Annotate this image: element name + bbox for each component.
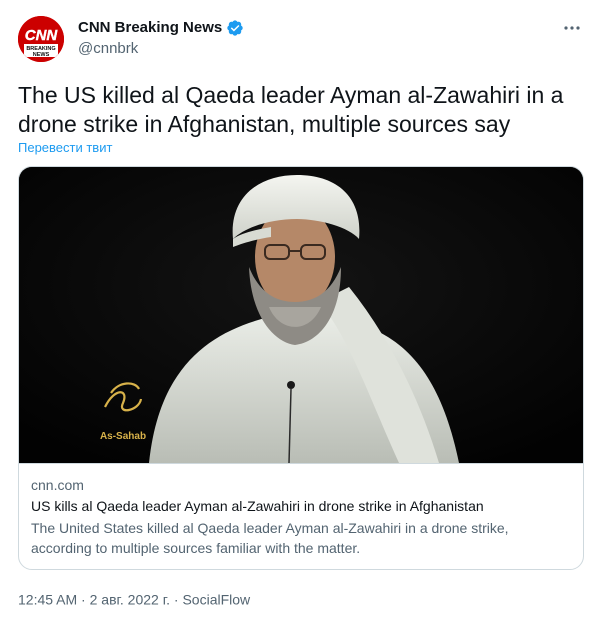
tweet-text: The US killed al Qaeda leader Ayman al-Z… xyxy=(18,82,564,137)
link-card[interactable]: As-Sahab cnn.com US kills al Qaeda leade… xyxy=(18,166,584,570)
card-description: The United States killed al Qaeda leader… xyxy=(31,520,509,556)
verified-badge-icon xyxy=(226,19,244,37)
cnn-logo-icon: CNN BREAKING NEWS xyxy=(18,16,64,62)
separator: · xyxy=(81,591,86,608)
card-domain: cnn.com xyxy=(31,477,84,493)
card-info: cnn.com US kills al Qaeda leader Ayman a… xyxy=(19,464,583,558)
separator: · xyxy=(173,591,179,608)
translate-tweet-link[interactable]: Перевести твит xyxy=(18,140,112,155)
svg-text:CNN: CNN xyxy=(25,27,59,44)
card-title: US kills al Qaeda leader Ayman al-Zawahi… xyxy=(31,498,484,514)
author-block: CNN Breaking News @cnnbrk xyxy=(78,18,244,59)
tweet-source[interactable]: SocialFlow xyxy=(182,591,250,607)
name-row: CNN Breaking News xyxy=(78,18,244,38)
tweet-metadata: 12:45 AM · 2 авг. 2022 г. · SocialFlow xyxy=(18,590,250,607)
more-options-icon[interactable] xyxy=(562,18,582,38)
handle[interactable]: @cnnbrk xyxy=(78,39,244,59)
avatar[interactable]: CNN BREAKING NEWS xyxy=(18,16,64,62)
svg-text:NEWS: NEWS xyxy=(33,52,50,58)
tweet: CNN BREAKING NEWS CNN Breaking News @cnn… xyxy=(0,0,602,619)
display-name[interactable]: CNN Breaking News xyxy=(78,18,222,38)
tweet-time[interactable]: 12:45 AM xyxy=(18,591,77,607)
card-image: As-Sahab xyxy=(19,167,583,464)
tweet-date[interactable]: 2 авг. 2022 г. xyxy=(90,591,170,607)
watermark-text: As-Sahab xyxy=(100,431,146,442)
